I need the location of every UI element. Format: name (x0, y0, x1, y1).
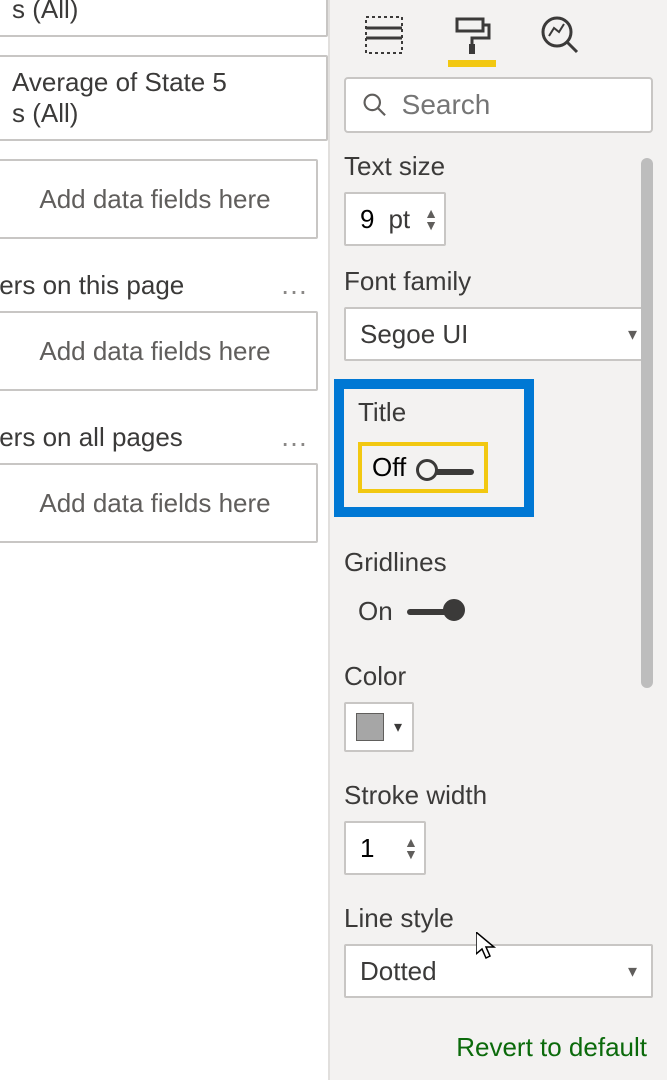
filter-summary: s (All) (12, 98, 316, 129)
more-options-icon[interactable]: … (280, 269, 310, 301)
dropzone-placeholder: Add data fields here (39, 488, 270, 519)
filter-dropzone[interactable]: Add data fields here (0, 463, 318, 543)
dropzone-placeholder: Add data fields here (39, 336, 270, 367)
gridlines-label: Gridlines (344, 547, 653, 578)
vertical-scrollbar[interactable] (641, 158, 653, 688)
filter-summary: s (All) (12, 0, 316, 25)
filters-page-section-label: ters on this page (0, 270, 184, 301)
filter-card[interactable]: Average of State 5 s (All) (0, 55, 328, 141)
chevron-down-icon: ▾ (628, 324, 637, 345)
caret-down-icon: ▾ (394, 717, 402, 737)
text-size-label: Text size (344, 151, 653, 182)
color-label: Color (344, 661, 653, 692)
tab-analytics[interactable] (536, 14, 584, 67)
color-picker[interactable]: ▾ (344, 702, 414, 752)
filter-dropzone[interactable]: Add data fields here (0, 311, 318, 391)
font-family-value: Segoe UI (360, 319, 468, 350)
magnify-chart-icon (539, 14, 581, 56)
title-property-highlight: Title Off (334, 379, 534, 517)
gridlines-toggle[interactable]: On (344, 596, 463, 627)
paint-roller-icon (451, 14, 493, 56)
title-toggle-highlight: Off (358, 442, 488, 493)
tab-format[interactable] (448, 14, 496, 67)
format-pane: Text size 9 pt ▲ ▼ Font family Segoe UI … (330, 0, 667, 1080)
text-size-unit: pt (388, 194, 418, 244)
filters-allpages-section-label: ters on all pages (0, 422, 183, 453)
font-family-label: Font family (344, 266, 653, 297)
gridlines-toggle-state: On (358, 596, 393, 627)
text-size-value: 9 (346, 194, 388, 244)
revert-to-default-link[interactable]: Revert to default (344, 1032, 647, 1063)
filter-card[interactable]: s (All) (0, 0, 328, 37)
search-icon (362, 90, 388, 120)
title-toggle[interactable] (418, 469, 474, 475)
pane-tabs (344, 8, 653, 67)
stroke-width-value: 1 (346, 823, 398, 873)
font-family-select[interactable]: Segoe UI ▾ (344, 307, 653, 361)
text-size-stepper[interactable]: 9 pt ▲ ▼ (344, 192, 446, 246)
stroke-width-stepper[interactable]: 1 ▲ ▼ (344, 821, 426, 875)
cursor-icon (476, 932, 498, 960)
more-options-icon[interactable]: … (280, 421, 310, 453)
title-label: Title (358, 397, 488, 428)
line-style-value: Dotted (360, 956, 437, 987)
color-swatch (356, 713, 384, 741)
line-style-select[interactable]: Dotted ▾ (344, 944, 653, 998)
filter-dropzone[interactable]: Add data fields here (0, 159, 318, 239)
title-toggle-state: Off (372, 452, 406, 483)
tab-fields[interactable] (360, 14, 408, 67)
fields-icon (363, 14, 405, 56)
chevron-down-icon: ▾ (628, 961, 637, 982)
stroke-width-label: Stroke width (344, 780, 653, 811)
line-style-label: Line style (344, 903, 653, 934)
stepper-down-icon[interactable]: ▼ (404, 848, 418, 860)
dropzone-placeholder: Add data fields here (39, 184, 270, 215)
filters-pane: s (All) Average of State 5 s (All) Add d… (0, 0, 330, 1080)
format-search-input[interactable] (402, 89, 635, 121)
format-search[interactable] (344, 77, 653, 133)
filter-field: Average of State 5 (12, 67, 316, 98)
stepper-down-icon[interactable]: ▼ (424, 219, 438, 231)
